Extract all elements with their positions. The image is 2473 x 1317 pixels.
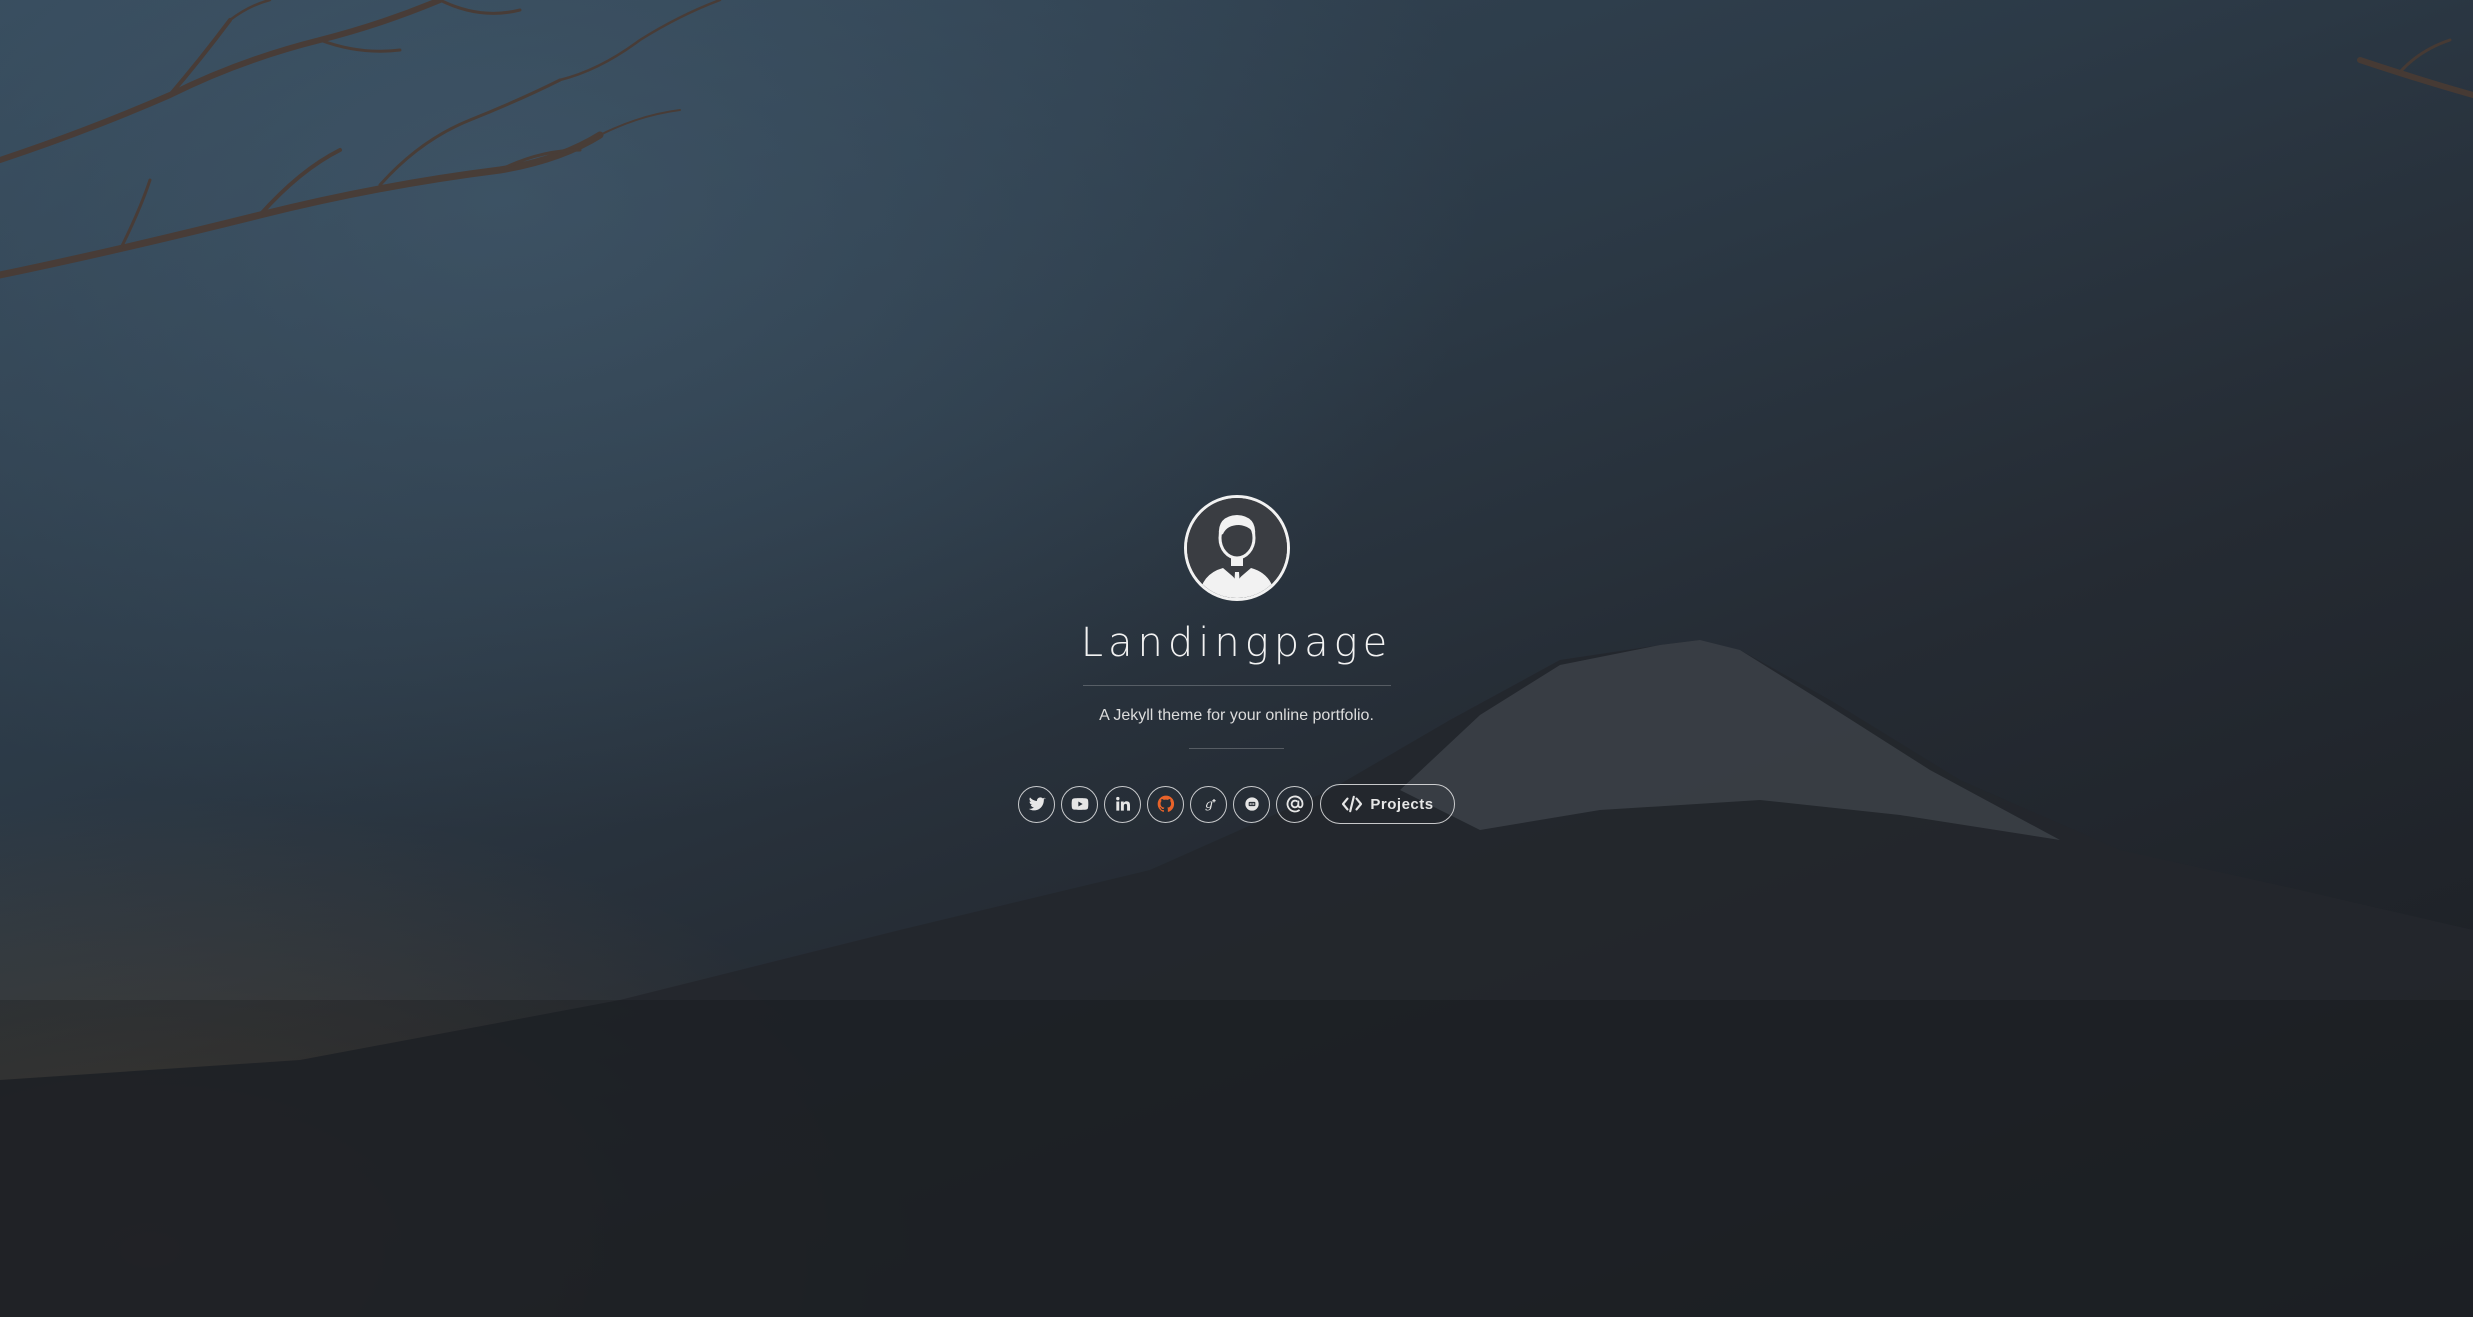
github-link[interactable] — [1147, 785, 1185, 823]
chat-bubble-icon — [1245, 797, 1259, 811]
avatar — [1183, 495, 1290, 601]
linkedin-icon — [1116, 796, 1130, 811]
page-title: Landingpage — [1080, 620, 1393, 666]
hero: Landingpage A Jekyll theme for your onli… — [0, 495, 2473, 824]
landing-page: Landingpage A Jekyll theme for your onli… — [0, 0, 2473, 1317]
tagline: A Jekyll theme for your online portfolio… — [1099, 707, 1374, 724]
google-plus-link[interactable]: g — [1190, 785, 1228, 823]
svg-text:g: g — [1205, 796, 1213, 811]
person-icon — [1186, 498, 1287, 598]
social-links: g Projects — [1018, 784, 1455, 824]
divider — [1082, 685, 1391, 686]
email-link[interactable] — [1276, 785, 1314, 823]
tree-branches — [0, 0, 722, 279]
divider-short — [1189, 748, 1284, 749]
github-icon — [1157, 795, 1174, 812]
tree-branch-right — [2357, 38, 2473, 98]
twitter-link[interactable] — [1018, 785, 1056, 823]
youtube-link[interactable] — [1061, 785, 1099, 823]
chat-link[interactable] — [1233, 785, 1271, 823]
youtube-icon — [1071, 798, 1089, 810]
linkedin-link[interactable] — [1104, 785, 1142, 823]
at-sign-icon — [1286, 795, 1304, 813]
projects-button[interactable]: Projects — [1320, 784, 1455, 824]
twitter-icon — [1028, 797, 1046, 811]
code-icon — [1342, 795, 1363, 813]
google-plus-icon: g — [1205, 796, 1216, 811]
projects-button-label: Projects — [1370, 795, 1434, 813]
